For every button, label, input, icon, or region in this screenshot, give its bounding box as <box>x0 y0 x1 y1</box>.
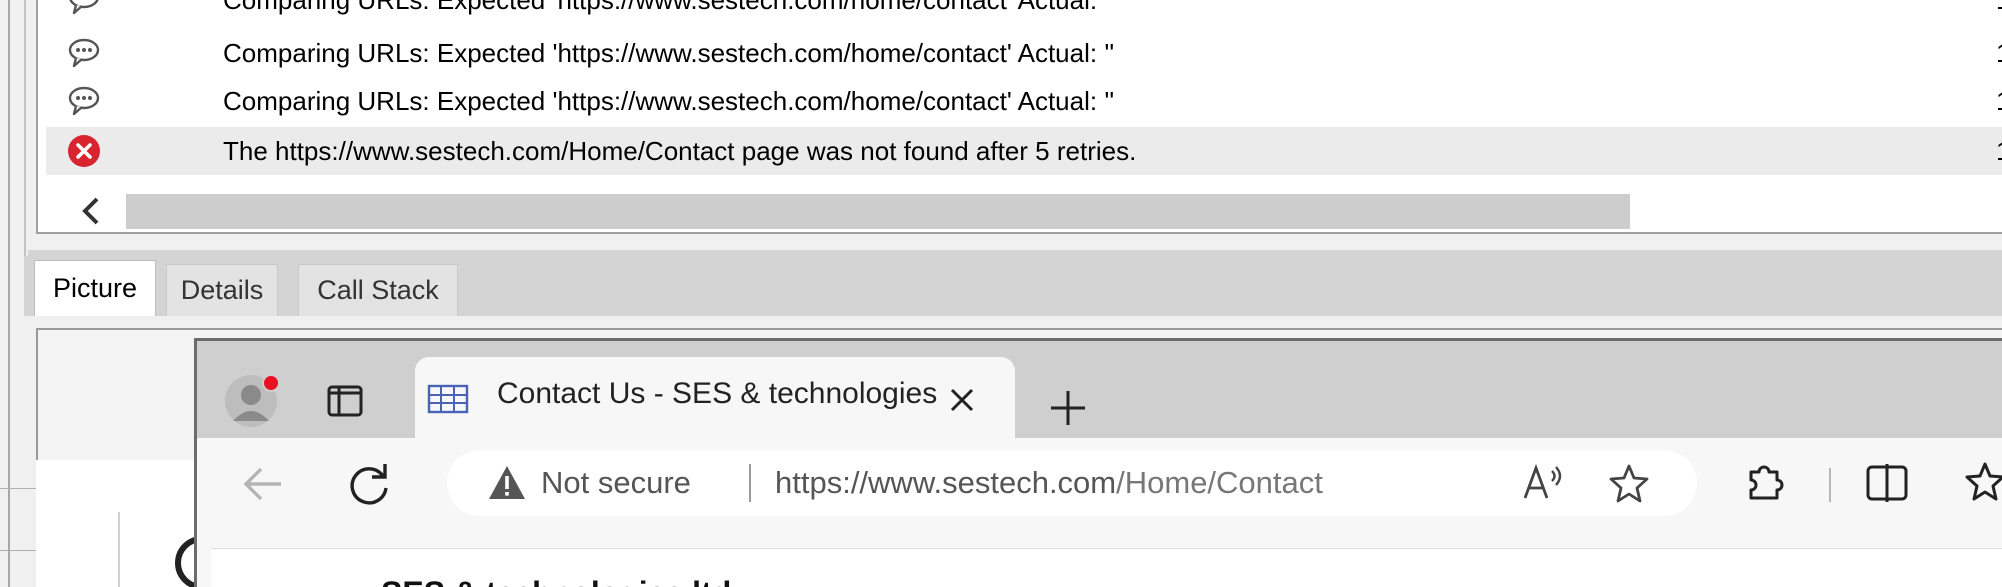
extensions-icon[interactable] <box>1741 460 1787 506</box>
log-time: 12 <box>1996 86 2002 117</box>
back-icon[interactable] <box>241 464 285 504</box>
security-label[interactable]: Not secure <box>541 465 691 501</box>
comment-icon <box>68 38 100 68</box>
log-time: 12 <box>1996 38 2002 69</box>
url-path: /Home/Contact <box>1116 465 1323 500</box>
web-page-content: SES & technologies ltd <box>211 548 2002 587</box>
tab-details[interactable]: Details <box>166 264 278 316</box>
scrollbar-thumb[interactable] <box>126 194 1630 229</box>
log-time: 12 <box>1996 0 2002 16</box>
log-row[interactable]: Comparing URLs: Expected 'https://www.se… <box>46 29 2002 77</box>
horizontal-scrollbar[interactable] <box>38 192 2002 230</box>
tab-actions-icon[interactable] <box>325 381 365 421</box>
log-message: The https://www.sestech.com/Home/Contact… <box>223 135 1137 166</box>
log-row[interactable]: Comparing URLs: Expected 'https://www.se… <box>46 0 2002 24</box>
divider <box>0 550 36 551</box>
browser-toolbar: Not secure https://www.sestech.com/Home/… <box>197 438 2002 587</box>
browser-tab-title: Contact Us - SES & technologies l <box>497 377 937 410</box>
log-message: Comparing URLs: Expected 'https://www.se… <box>223 0 1114 16</box>
log-row[interactable]: Comparing URLs: Expected 'https://www.se… <box>46 77 2002 125</box>
browser-screenshot: Contact Us - SES & technologies l Not se… <box>194 338 2002 587</box>
refresh-icon[interactable] <box>345 460 393 508</box>
divider <box>1829 468 1831 502</box>
url-text[interactable]: https://www.sestech.com/Home/Contact <box>775 465 1323 501</box>
window-inner-border <box>24 0 26 256</box>
detail-tab-strip: Picture Details Call Stack <box>24 256 2002 316</box>
divider <box>118 512 120 587</box>
browser-tab[interactable]: Contact Us - SES & technologies l <box>415 357 1015 441</box>
log-panel: Comparing URLs: Expected 'https://www.se… <box>36 0 2002 234</box>
log-time: 12 <box>1996 136 2002 167</box>
divider <box>0 488 36 489</box>
close-tab-icon[interactable] <box>947 385 977 415</box>
log-message: Comparing URLs: Expected 'https://www.se… <box>223 85 1115 116</box>
favorites-icon[interactable] <box>1963 460 2002 504</box>
address-bar[interactable]: Not secure https://www.sestech.com/Home/… <box>447 450 1697 516</box>
favorite-star-icon[interactable] <box>1607 462 1651 506</box>
scroll-left-icon[interactable] <box>74 194 108 228</box>
comment-icon <box>69 0 99 15</box>
new-tab-icon[interactable] <box>1049 389 1087 427</box>
divider <box>749 464 751 502</box>
background-page-strip <box>36 460 196 587</box>
warning-icon[interactable] <box>487 464 527 502</box>
split-screen-icon[interactable] <box>1865 462 1909 504</box>
window-left-border <box>8 0 10 587</box>
read-aloud-icon[interactable] <box>1521 462 1567 504</box>
url-host: https://www.sestech.com <box>775 465 1117 500</box>
page-favicon-icon <box>427 384 469 414</box>
error-icon <box>68 135 100 167</box>
page-heading: SES & technologies ltd <box>381 575 731 587</box>
tab-call-stack[interactable]: Call Stack <box>298 264 458 316</box>
profile-avatar-icon[interactable] <box>221 371 281 431</box>
comment-icon <box>68 86 100 116</box>
tab-picture[interactable]: Picture <box>34 260 156 316</box>
log-row-selected[interactable]: The https://www.sestech.com/Home/Contact… <box>46 127 2002 175</box>
log-message: Comparing URLs: Expected 'https://www.se… <box>223 37 1115 68</box>
